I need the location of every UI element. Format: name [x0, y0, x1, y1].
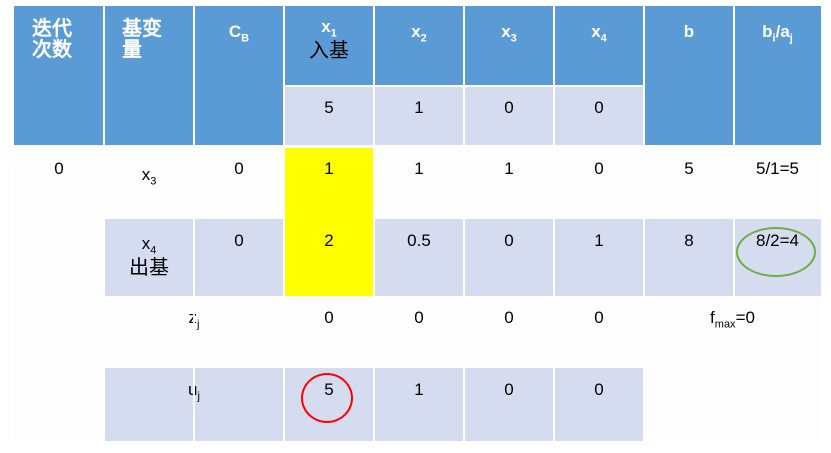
uj-x4: 0 [554, 368, 644, 441]
row1-ratio-value: 5/1=5 [755, 159, 799, 178]
row1-iter-value: 0 [54, 159, 64, 178]
header-x1-note: 入基 [309, 38, 349, 63]
row1-x1-pivot: 1 [284, 147, 374, 219]
zj-x4-value: 0 [594, 308, 604, 327]
row1-b-value: 5 [684, 159, 694, 178]
header-iter: 迭代次数 [14, 6, 104, 147]
row1-b: 5 [644, 147, 734, 219]
zj-x1-value: 0 [324, 308, 334, 327]
grid-line [193, 6, 195, 441]
row2-b-value: 8 [684, 231, 694, 250]
row1-basis: x3 [104, 147, 194, 219]
row1-iter: 0 [14, 147, 104, 441]
row1-x2-value: 1 [414, 159, 424, 178]
header-x2-label: x2 [411, 22, 427, 45]
obj-coeff-x2: 1 [374, 86, 464, 147]
row2-x3: 0 [464, 219, 554, 296]
fmax-label: fmax=0 [710, 308, 755, 331]
zj-x4: 0 [554, 296, 644, 368]
uj-x3: 0 [464, 368, 554, 441]
grid-line [373, 6, 375, 441]
zj-x2-value: 0 [414, 308, 424, 327]
uj-x4-value: 0 [594, 380, 604, 399]
header-x2: x2 [374, 6, 464, 86]
row2-x1-pivot: 2 [284, 219, 374, 296]
row2-x2: 0.5 [374, 219, 464, 296]
row2-x3-value: 0 [504, 231, 514, 250]
header-x3: x3 [464, 6, 554, 86]
obj-coeff-x4-value: 0 [594, 98, 604, 117]
header-x4-label: x4 [591, 22, 607, 45]
row1-ratio: 5/1=5 [734, 147, 821, 219]
row2-basis: x4 出基 [104, 219, 194, 296]
grid-line [284, 85, 644, 87]
row1-x1-value: 1 [324, 159, 334, 178]
header-bottom-line [14, 145, 821, 148]
obj-coeff-x4: 0 [554, 86, 644, 147]
uj-x3-value: 0 [504, 380, 514, 399]
row1-x4-value: 0 [594, 159, 604, 178]
zj-x3-value: 0 [504, 308, 514, 327]
row2-cb: 0 [194, 219, 284, 296]
row2-b: 8 [644, 219, 734, 296]
row2-cb-value: 0 [234, 231, 244, 250]
row1-x2: 1 [374, 147, 464, 219]
header-x1-label: x1 [321, 17, 337, 40]
header-b-label: b [683, 22, 695, 41]
header-ratio-label: bi/aj [762, 22, 793, 45]
highlight-circle-red [301, 373, 353, 423]
uj-x2-value: 1 [414, 380, 424, 399]
uj-x2: 1 [374, 368, 464, 441]
grid-line [103, 6, 105, 441]
header-b: b [644, 6, 734, 147]
obj-coeff-x1: 5 [284, 86, 374, 147]
row2-x2-value: 0.5 [407, 231, 431, 250]
header-x4: x4 [554, 6, 644, 86]
row2-basis-note: 出基 [129, 255, 169, 280]
zj-x1: 0 [284, 296, 374, 368]
grid-line [553, 6, 555, 441]
header-cb-label: CB [228, 22, 250, 45]
header-x1: x1 入基 [284, 6, 374, 86]
obj-coeff-x2-value: 1 [414, 98, 424, 117]
row2-basis-label: x4 [141, 234, 157, 257]
row2-x4-value: 1 [594, 231, 604, 250]
row1-basis-label: x3 [141, 165, 157, 188]
row1-x3: 1 [464, 147, 554, 219]
row2-x4: 1 [554, 219, 644, 296]
fmax-cell: fmax=0 [644, 296, 821, 441]
row2-x1-value: 2 [324, 231, 334, 250]
grid-line [733, 6, 735, 296]
header-ratio: bi/aj [734, 6, 821, 147]
grid-line [463, 6, 465, 441]
row1-x4: 0 [554, 147, 644, 219]
grid-line [643, 6, 645, 441]
header-cb: CB [194, 6, 284, 147]
zj-x2: 0 [374, 296, 464, 368]
row1-x3-value: 1 [504, 159, 514, 178]
obj-coeff-x3: 0 [464, 86, 554, 147]
obj-coeff-x1-value: 5 [324, 98, 334, 117]
header-x3-label: x3 [501, 22, 517, 45]
row1-cb: 0 [194, 147, 284, 219]
header-basis-label: 基变量 [122, 16, 162, 61]
header-iter-label: 迭代次数 [32, 16, 72, 61]
zj-x3: 0 [464, 296, 554, 368]
grid-line [283, 6, 285, 441]
simplex-table: 迭代次数 基变量 CB x1 入基 x2 x3 x4 b bi/aj 5 1 0… [14, 6, 821, 443]
obj-coeff-x3-value: 0 [504, 98, 514, 117]
highlight-ellipse-green [736, 227, 816, 277]
row1-cb-value: 0 [234, 159, 244, 178]
header-basis: 基变量 [104, 6, 194, 147]
